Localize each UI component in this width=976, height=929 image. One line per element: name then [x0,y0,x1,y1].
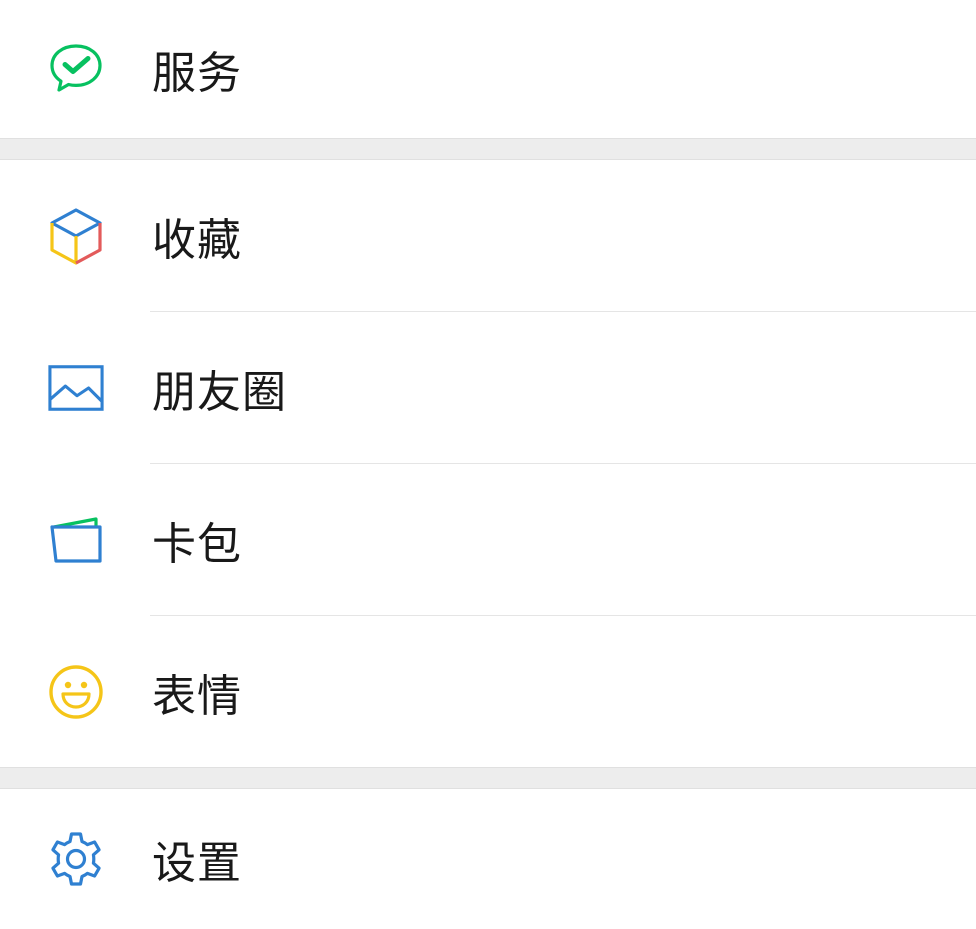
settings-group: 设置 [0,789,976,929]
menu-item-settings-label: 设置 [152,838,242,889]
section-gap [0,138,976,160]
wallet-icon [48,512,104,568]
menu-item-favorites[interactable]: 收藏 [0,160,976,311]
wechat-pay-icon [48,41,104,97]
services-group: 服务 [0,0,976,138]
menu-item-cards-label: 卡包 [152,518,242,570]
menu-item-settings[interactable]: 设置 [0,789,976,929]
menu-item-moments[interactable]: 朋友圈 [0,312,976,463]
features-group: 收藏 朋友圈 卡包 表情 [0,160,976,767]
smiley-icon [48,664,104,720]
menu-item-favorites-label: 收藏 [152,214,242,266]
menu-item-cards[interactable]: 卡包 [0,464,976,615]
menu-item-services[interactable]: 服务 [0,0,976,138]
section-gap [0,767,976,789]
menu-item-stickers[interactable]: 表情 [0,616,976,767]
menu-item-moments-label: 朋友圈 [152,366,287,418]
image-icon [48,360,104,416]
menu-item-stickers-label: 表情 [152,670,242,722]
cube-icon [48,207,104,265]
gear-icon [48,831,104,887]
menu-item-services-label: 服务 [152,48,242,99]
